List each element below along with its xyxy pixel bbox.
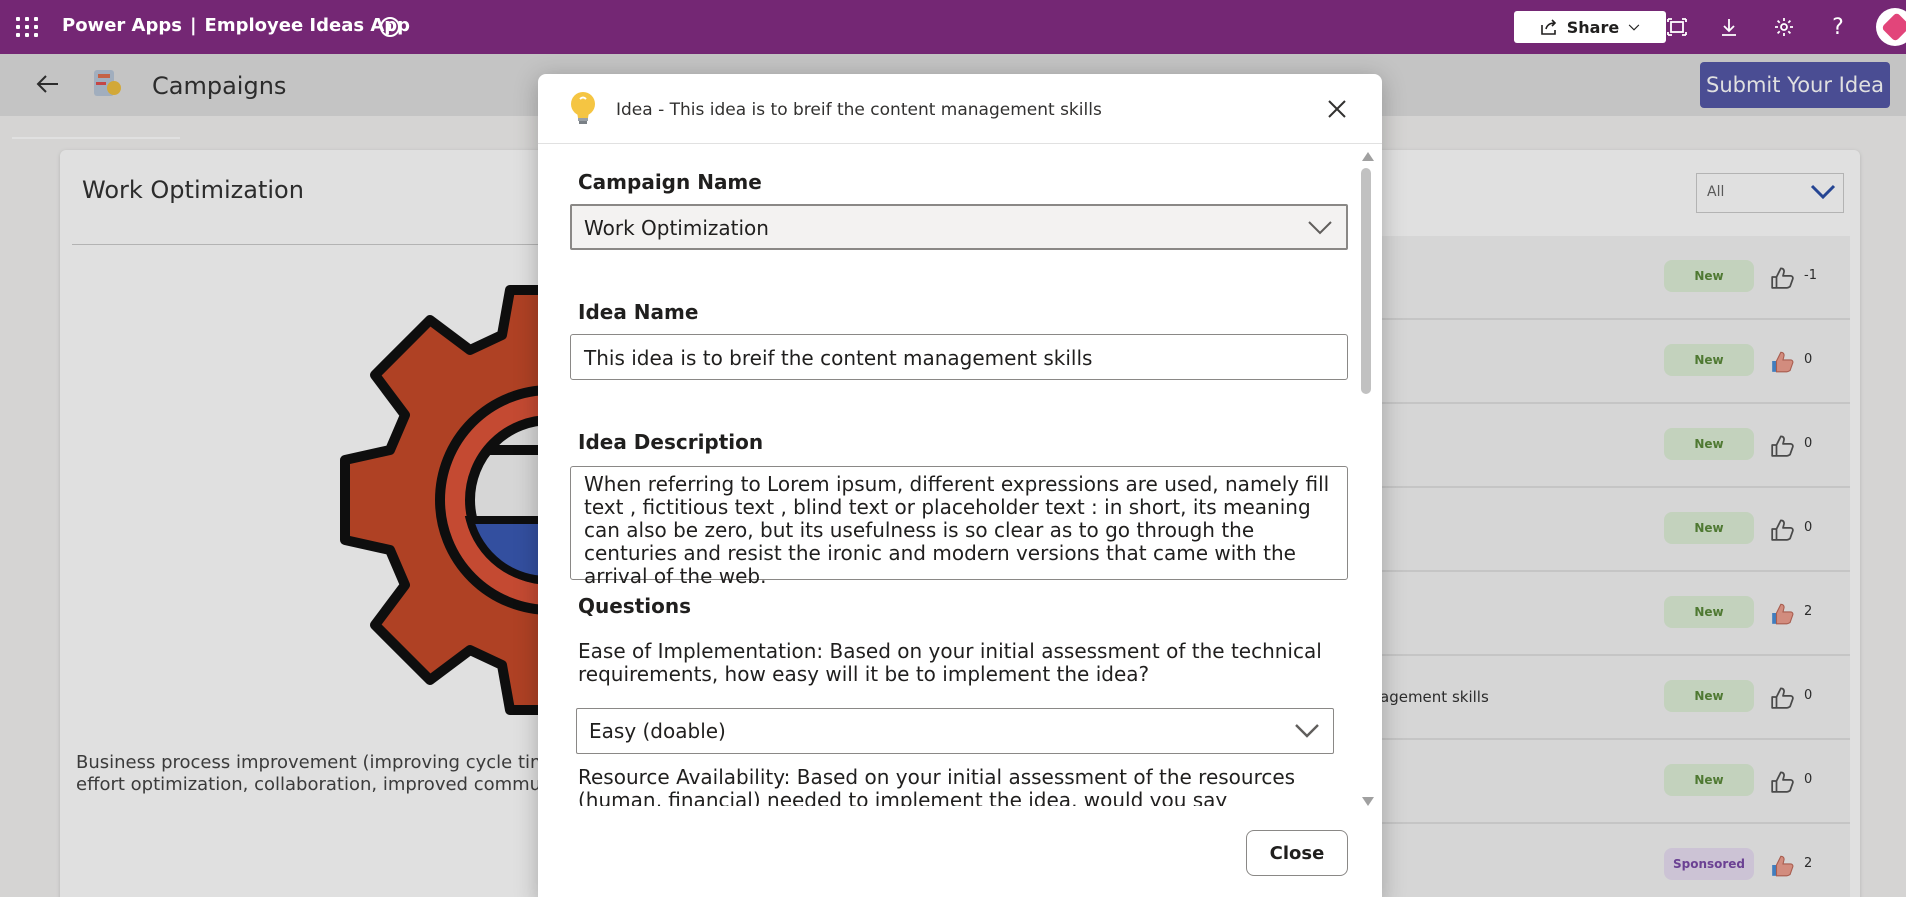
download-icon[interactable] bbox=[1716, 14, 1742, 40]
idea-name-input[interactable]: This idea is to breif the content manage… bbox=[570, 334, 1348, 380]
scroll-thumb[interactable] bbox=[1361, 168, 1371, 394]
modal-header: Idea - This idea is to breif the content… bbox=[538, 74, 1382, 144]
avatar[interactable] bbox=[1876, 8, 1906, 46]
idea-name-label: Idea Name bbox=[578, 300, 699, 324]
share-label: Share bbox=[1566, 17, 1620, 37]
question-ease-of-implementation: Ease of Implementation: Based on your in… bbox=[578, 639, 1322, 686]
chevron-down-icon bbox=[1628, 24, 1640, 31]
help-icon[interactable]: ? bbox=[1825, 14, 1851, 40]
settings-icon[interactable] bbox=[1771, 14, 1797, 40]
info-icon[interactable]: i bbox=[380, 17, 400, 37]
chevron-down-icon bbox=[1295, 724, 1319, 738]
modal-title: Idea - This idea is to breif the content… bbox=[616, 100, 1102, 120]
close-icon[interactable] bbox=[1324, 96, 1350, 122]
chevron-down-icon bbox=[1308, 221, 1332, 235]
idea-description-label: Idea Description bbox=[578, 430, 764, 454]
questions-heading: Questions bbox=[578, 594, 692, 618]
campaign-name-label: Campaign Name bbox=[578, 170, 762, 194]
scroll-up-arrow[interactable] bbox=[1362, 152, 1374, 161]
campaign-name-dropdown[interactable]: Work Optimization bbox=[570, 204, 1348, 250]
product-name: Power Apps bbox=[62, 15, 182, 36]
close-button[interactable]: Close bbox=[1246, 830, 1348, 876]
modal-body: Campaign Name Work Optimization Idea Nam… bbox=[538, 144, 1382, 806]
question-resource-availability: Resource Availability: Based on your ini… bbox=[578, 765, 1296, 807]
share-button[interactable]: Share bbox=[1514, 11, 1666, 43]
modal-scrollbar[interactable] bbox=[1358, 152, 1374, 806]
share-icon bbox=[1540, 19, 1556, 35]
title-separator: | bbox=[189, 15, 197, 36]
app-title: Power Apps | Employee Ideas App bbox=[62, 15, 410, 36]
fit-screen-icon[interactable] bbox=[1664, 14, 1690, 40]
waffle-icon[interactable] bbox=[14, 15, 38, 39]
modal-footer: Close bbox=[538, 806, 1382, 897]
ease-of-implementation-dropdown[interactable]: Easy (doable) bbox=[576, 708, 1334, 754]
idea-modal: Idea - This idea is to breif the content… bbox=[538, 74, 1382, 897]
campaign-name-value: Work Optimization bbox=[584, 216, 769, 240]
scroll-down-arrow[interactable] bbox=[1362, 797, 1374, 806]
lightbulb-icon bbox=[571, 92, 595, 124]
ease-of-implementation-value: Easy (doable) bbox=[589, 719, 726, 743]
top-bar: Power Apps | Employee Ideas App i Share ? bbox=[0, 0, 1906, 54]
idea-description-textarea[interactable]: When referring to Lorem ipsum, different… bbox=[570, 466, 1348, 588]
